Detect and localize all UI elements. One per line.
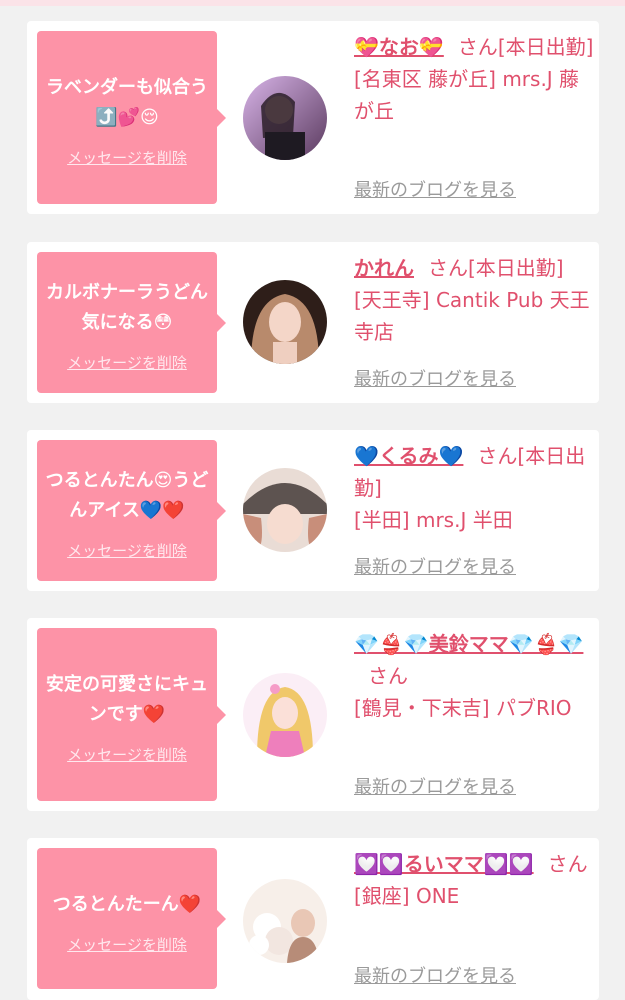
user-info: 💙くるみ💙 さん[本日出勤] [半田] mrs.J 半田 [354, 440, 594, 536]
user-name-link[interactable]: 💙くるみ💙 [354, 444, 463, 468]
honorific: さん [457, 35, 498, 59]
message-card: 安定の可愛さにキュンです❤️ メッセージを削除 💎👙💎美鈴ママ💎👙💎 さん [鶴見… [27, 618, 599, 811]
avatar[interactable] [243, 468, 327, 552]
message-text: つるとんたーん❤️ [52, 894, 202, 915]
delete-message-link[interactable]: メッセージを削除 [67, 540, 187, 561]
honorific: さん [428, 256, 468, 280]
honorific: さん [477, 444, 518, 468]
message-bubble: つるとんたーん❤️ メッセージを削除 [37, 848, 226, 989]
message-text: カルボナーラうどん気になる😳 [46, 282, 208, 333]
shop-location: [天王寺] Cantik Pub 天王寺店 [354, 288, 590, 344]
honorific: さん [368, 664, 408, 688]
work-status: [本日出勤] [497, 35, 594, 59]
message-text: 安定の可愛さにキュンです❤️ [46, 674, 208, 725]
message-text: つるとんたん😍うどんアイス💙❤️ [45, 470, 209, 521]
honorific: さん [547, 852, 588, 876]
avatar[interactable] [243, 673, 327, 757]
delete-message-link[interactable]: メッセージを削除 [67, 934, 187, 955]
message-bubble: 安定の可愛さにキュンです❤️ メッセージを削除 [37, 628, 226, 801]
shop-location: [名東区 藤が丘] mrs.J 藤が丘 [354, 67, 580, 123]
message-card: カルボナーラうどん気になる😳 メッセージを削除 かれん さん[本日出勤] [天王寺… [27, 242, 599, 403]
shop-location: [鶴見・下末吉] パブRIO [354, 696, 572, 720]
latest-blog-link[interactable]: 最新のブログを見る [354, 962, 516, 988]
user-info: 💝なお💝 さん[本日出勤] [名東区 藤が丘] mrs.J 藤が丘 [354, 31, 594, 127]
latest-blog-link[interactable]: 最新のブログを見る [354, 176, 516, 202]
user-name-link[interactable]: 💎👙💎美鈴ママ💎👙💎 [354, 632, 583, 656]
user-name-link[interactable]: かれん [354, 256, 414, 280]
latest-blog-link[interactable]: 最新のブログを見る [354, 773, 516, 799]
work-status: [本日出勤] [468, 256, 564, 280]
avatar[interactable] [243, 879, 327, 963]
message-bubble: ラベンダーも似合う⤴️💕😌 メッセージを削除 [37, 31, 226, 204]
user-info: 💎👙💎美鈴ママ💎👙💎 さん [鶴見・下末吉] パブRIO [354, 628, 594, 724]
user-info: かれん さん[本日出勤] [天王寺] Cantik Pub 天王寺店 [354, 252, 594, 348]
latest-blog-link[interactable]: 最新のブログを見る [354, 553, 516, 579]
shop-location: [銀座] ONE [354, 884, 460, 908]
delete-message-link[interactable]: メッセージを削除 [67, 352, 187, 373]
message-bubble: つるとんたん😍うどんアイス💙❤️ メッセージを削除 [37, 440, 226, 581]
delete-message-link[interactable]: メッセージを削除 [67, 744, 187, 765]
message-card: ラベンダーも似合う⤴️💕😌 メッセージを削除 💝なお💝 さん[本日出勤] [名東区… [27, 21, 599, 214]
avatar[interactable] [243, 280, 327, 364]
user-info: 💟💟るいママ💟💟 さん [銀座] ONE [354, 848, 594, 912]
message-card: つるとんたーん❤️ メッセージを削除 💟💟るいママ💟💟 さん [銀座] ONE 最… [27, 838, 599, 1000]
user-name-link[interactable]: 💟💟るいママ💟💟 [354, 852, 534, 876]
message-card: つるとんたん😍うどんアイス💙❤️ メッセージを削除 💙くるみ💙 さん[本日出勤] … [27, 430, 599, 591]
message-text: ラベンダーも似合う⤴️💕😌 [46, 77, 208, 128]
top-strip [0, 0, 625, 6]
avatar[interactable] [243, 76, 327, 160]
latest-blog-link[interactable]: 最新のブログを見る [354, 365, 516, 391]
delete-message-link[interactable]: メッセージを削除 [67, 147, 187, 168]
shop-location: [半田] mrs.J 半田 [354, 508, 513, 532]
user-name-link[interactable]: 💝なお💝 [354, 35, 444, 59]
message-bubble: カルボナーラうどん気になる😳 メッセージを削除 [37, 252, 226, 393]
